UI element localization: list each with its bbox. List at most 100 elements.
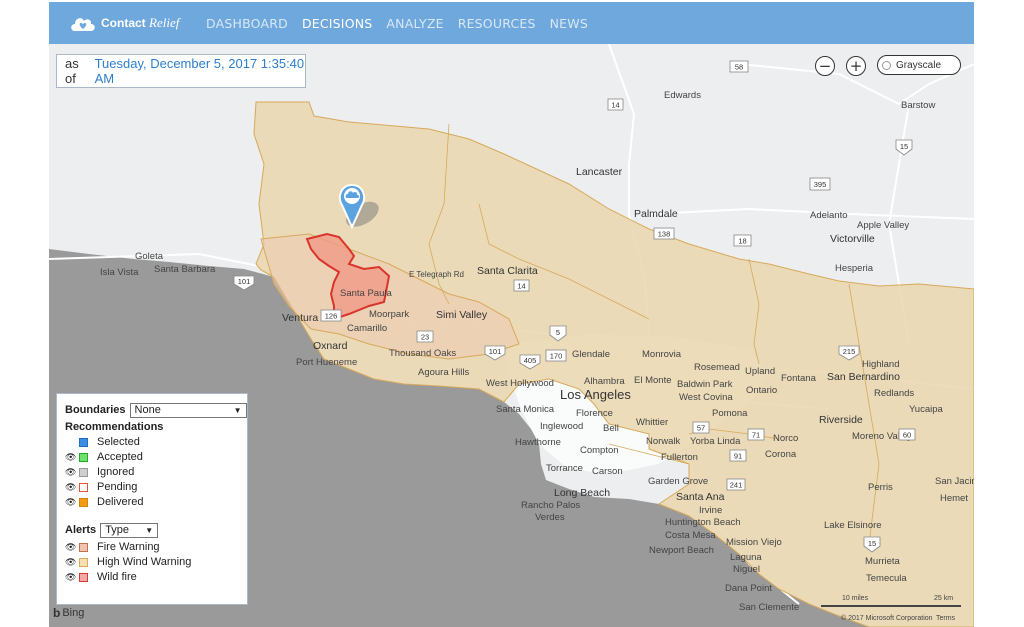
place-label: Highland bbox=[862, 359, 900, 370]
place-label: Riverside bbox=[819, 414, 863, 426]
place-label: Rosemead bbox=[694, 362, 740, 373]
place-label: Barstow bbox=[901, 100, 935, 111]
place-label: Inglewood bbox=[540, 421, 583, 432]
place-label: Irvine bbox=[699, 505, 722, 516]
zoom-in-button[interactable]: + bbox=[846, 56, 866, 76]
legend-item-pending[interactable]: 👁 Pending bbox=[65, 480, 137, 494]
alerts-row: Alerts Type ▼ bbox=[65, 522, 159, 538]
place-label: Compton bbox=[580, 445, 619, 456]
boundaries-row: Boundaries None ▼ bbox=[65, 402, 247, 418]
place-label: Santa Clarita bbox=[477, 265, 538, 277]
place-label: Edwards bbox=[664, 90, 701, 101]
place-label: Carson bbox=[592, 466, 623, 477]
place-label: San Jacinto bbox=[935, 476, 974, 487]
svg-text:23: 23 bbox=[421, 333, 429, 342]
legend-item-selected[interactable]: Selected bbox=[65, 435, 140, 449]
app-window: Contact Relief DASHBOARD DECISIONS ANALY… bbox=[49, 2, 974, 627]
svg-text:58: 58 bbox=[735, 63, 743, 72]
boundaries-label: Boundaries bbox=[65, 404, 126, 416]
place-label: Huntington Beach bbox=[665, 517, 741, 528]
nav-analyze[interactable]: ANALYZE bbox=[386, 16, 443, 31]
place-label: Hemet bbox=[940, 493, 968, 504]
visibility-eye-icon[interactable]: 👁 bbox=[65, 572, 77, 583]
map-style-selector[interactable]: Grayscale bbox=[877, 55, 961, 75]
logo-main-text: Contact bbox=[101, 16, 146, 30]
place-label: Redlands bbox=[874, 388, 914, 399]
legend-item-fire-warning[interactable]: 👁 Fire Warning bbox=[65, 540, 160, 554]
alerts-type-select[interactable]: Type ▼ bbox=[100, 522, 159, 538]
svg-text:101: 101 bbox=[238, 277, 251, 286]
legend-item-ignored[interactable]: 👁 Ignored bbox=[65, 465, 134, 479]
legend-item-high-wind[interactable]: 👁 High Wind Warning bbox=[65, 555, 191, 569]
visibility-eye-icon[interactable]: 👁 bbox=[65, 497, 77, 508]
place-label: San Bernardino bbox=[827, 371, 900, 383]
place-label: Costa Mesa bbox=[665, 530, 716, 541]
accepted-swatch bbox=[79, 452, 88, 462]
visibility-eye-icon[interactable]: 👁 bbox=[65, 482, 77, 493]
svg-text:395: 395 bbox=[814, 180, 827, 189]
zoom-out-button[interactable]: − bbox=[815, 56, 835, 76]
legend-label: Pending bbox=[97, 481, 138, 493]
nav-decisions[interactable]: DECISIONS bbox=[302, 16, 372, 31]
map-legend: Boundaries None ▼ Recommendations Select… bbox=[56, 393, 248, 605]
svg-text:91: 91 bbox=[734, 452, 742, 461]
nav-dashboard[interactable]: DASHBOARD bbox=[206, 16, 288, 31]
wild-fire-swatch bbox=[79, 572, 88, 582]
legend-label: Selected bbox=[97, 436, 140, 448]
legend-item-wild-fire[interactable]: 👁 Wild fire bbox=[65, 570, 137, 584]
visibility-eye-icon[interactable]: 👁 bbox=[65, 452, 77, 463]
legend-item-delivered[interactable]: 👁 Delivered bbox=[65, 495, 143, 509]
visibility-eye-icon[interactable]: 👁 bbox=[65, 467, 77, 478]
legend-label: Ignored bbox=[97, 466, 135, 478]
nav-resources[interactable]: RESOURCES bbox=[458, 16, 536, 31]
top-bar: Contact Relief DASHBOARD DECISIONS ANALY… bbox=[49, 2, 974, 44]
legend-item-accepted[interactable]: 👁 Accepted bbox=[65, 450, 143, 464]
place-label: Rancho Palos bbox=[521, 500, 580, 511]
place-label: Alhambra bbox=[584, 376, 625, 387]
nav-news[interactable]: NEWS bbox=[550, 16, 588, 31]
svg-text:138: 138 bbox=[658, 230, 671, 239]
place-label: Mission Viejo bbox=[726, 537, 782, 548]
visibility-eye-icon[interactable]: 👁 bbox=[65, 542, 77, 553]
terms-link[interactable]: Terms bbox=[936, 615, 955, 622]
logo-text: Contact Relief bbox=[101, 15, 179, 31]
place-label: Norco bbox=[773, 433, 798, 444]
place-label: Apple Valley bbox=[857, 220, 909, 231]
place-label: Fontana bbox=[781, 373, 817, 384]
main-nav: DASHBOARD DECISIONS ANALYZE RESOURCES NE… bbox=[206, 16, 602, 31]
alerts-label: Alerts bbox=[65, 524, 97, 536]
svg-text:101: 101 bbox=[489, 347, 502, 356]
svg-text:71: 71 bbox=[752, 431, 760, 440]
svg-text:60: 60 bbox=[903, 431, 911, 440]
svg-text:15: 15 bbox=[900, 142, 908, 151]
boundaries-select[interactable]: None ▼ bbox=[129, 402, 247, 418]
cloud-heart-icon bbox=[71, 18, 95, 31]
legend-label: Accepted bbox=[97, 451, 143, 463]
map-canvas[interactable]: Barstow Edwards Lancaster Palmdale Adela… bbox=[49, 44, 974, 627]
svg-text:405: 405 bbox=[524, 356, 537, 365]
place-label: Santa Ana bbox=[676, 491, 725, 503]
place-label: Norwalk bbox=[646, 436, 681, 447]
place-label: E Telegraph Rd bbox=[409, 270, 464, 279]
place-label: Lake Elsinore bbox=[824, 520, 882, 531]
place-label: Temecula bbox=[866, 573, 907, 584]
place-label: Agoura Hills bbox=[418, 367, 469, 378]
fire-warning-swatch bbox=[79, 542, 88, 552]
place-label: Hawthorne bbox=[515, 437, 561, 448]
place-label: Isla Vista bbox=[100, 267, 139, 278]
place-label: Verdes bbox=[535, 512, 565, 523]
visibility-eye-icon[interactable]: 👁 bbox=[65, 557, 77, 568]
place-label: Florence bbox=[576, 408, 613, 419]
svg-text:241: 241 bbox=[730, 481, 743, 490]
place-label: Santa Barbara bbox=[154, 264, 216, 275]
svg-text:57: 57 bbox=[697, 424, 705, 433]
place-label: Yorba Linda bbox=[690, 436, 741, 447]
bing-attribution[interactable]: b Bing bbox=[53, 606, 84, 620]
copyright-text: © 2017 Microsoft Corporation bbox=[841, 615, 933, 622]
recommendations-heading: Recommendations bbox=[65, 421, 164, 433]
boundaries-value: None bbox=[134, 404, 161, 416]
app-logo[interactable]: Contact Relief bbox=[69, 13, 199, 33]
svg-text:126: 126 bbox=[325, 312, 338, 321]
place-label: Santa Paula bbox=[340, 288, 392, 299]
place-label: Garden Grove bbox=[648, 476, 708, 487]
